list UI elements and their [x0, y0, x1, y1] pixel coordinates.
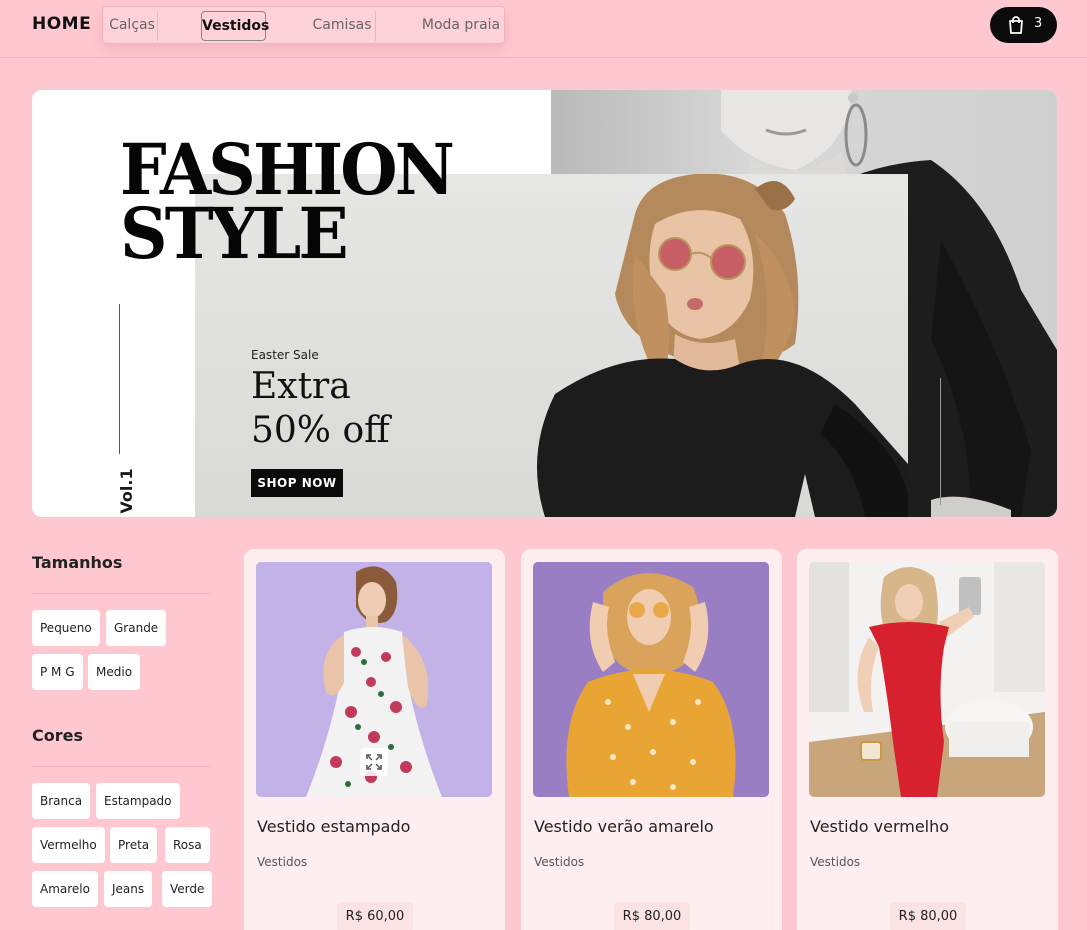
- sizes-title: Tamanhos: [32, 553, 123, 572]
- product-category: Vestidos: [257, 855, 308, 869]
- product-name[interactable]: Vestido verão amarelo: [534, 817, 714, 836]
- product-image[interactable]: [533, 562, 769, 797]
- hero-offer: Extra 50% off: [251, 365, 491, 453]
- home-link[interactable]: HOME: [32, 14, 91, 34]
- nav-item-camisas[interactable]: Camisas: [309, 11, 376, 41]
- product-image[interactable]: [809, 562, 1045, 797]
- color-filter-rosa[interactable]: Rosa: [165, 827, 210, 863]
- product-price: R$ 80,00: [614, 902, 690, 930]
- product-price: R$ 80,00: [890, 902, 966, 930]
- volume-label: Vol.1: [117, 468, 136, 514]
- colors-divider: [32, 766, 210, 767]
- cart-count: 3: [1034, 16, 1043, 31]
- category-nav: Calças Vestidos Camisas Moda praia: [102, 6, 505, 44]
- color-filter-jeans[interactable]: Jeans: [104, 871, 153, 907]
- size-filter-pmg[interactable]: P M G: [32, 654, 83, 690]
- product-name[interactable]: Vestido estampado: [257, 817, 410, 836]
- yellow-dress-model-illustration: [533, 562, 769, 797]
- product-image[interactable]: [256, 562, 492, 797]
- product-category: Vestidos: [534, 855, 585, 869]
- hero-banner: FASHION STYLE Vol.1 Easter Sale Extra 50…: [32, 90, 1057, 517]
- size-filter-pequeno[interactable]: Pequeno: [32, 610, 100, 646]
- size-filter-medio[interactable]: Medio: [88, 654, 141, 690]
- product-card[interactable]: Vestido verão amarelo Vestidos R$ 80,00: [521, 549, 782, 930]
- color-filter-amarelo[interactable]: Amarelo: [32, 871, 98, 907]
- expand-icon[interactable]: [360, 748, 388, 776]
- nav-item-vestidos[interactable]: Vestidos: [201, 11, 269, 41]
- colors-title: Cores: [32, 726, 83, 745]
- decorative-line: [940, 378, 941, 505]
- cart-button[interactable]: 3: [990, 7, 1057, 43]
- hero-title: FASHION STYLE: [120, 135, 477, 275]
- nav-item-calcas[interactable]: Calças: [107, 11, 158, 41]
- hero-subtitle: Easter Sale: [251, 348, 319, 362]
- color-filter-verde[interactable]: Verde: [162, 871, 213, 907]
- top-header: HOME Calças Vestidos Camisas Moda praia …: [0, 0, 1087, 58]
- color-filter-vermelho[interactable]: Vermelho: [32, 827, 105, 863]
- shop-now-button[interactable]: SHOP NOW: [251, 469, 343, 497]
- product-card[interactable]: Vestido estampado Vestidos R$ 60,00: [244, 549, 505, 930]
- divider-line: [119, 304, 120, 454]
- color-filter-estampado[interactable]: Estampado: [96, 783, 180, 819]
- hero-offer-line2: 50% off: [251, 410, 390, 451]
- product-price: R$ 60,00: [337, 902, 413, 930]
- red-dress-model-illustration: [809, 562, 1045, 797]
- shopping-bag-icon: [1009, 16, 1023, 34]
- nav-item-moda-praia[interactable]: Moda praia: [421, 11, 501, 41]
- hero-offer-line1: Extra: [251, 366, 351, 407]
- sizes-divider: [32, 593, 210, 594]
- product-category: Vestidos: [810, 855, 861, 869]
- hero-title-line2: STYLE: [120, 192, 349, 275]
- product-card[interactable]: Vestido vermelho Vestidos R$ 80,00: [797, 549, 1058, 930]
- size-filter-grande[interactable]: Grande: [106, 610, 167, 646]
- color-filter-branca[interactable]: Branca: [32, 783, 91, 819]
- color-filter-preta[interactable]: Preta: [110, 827, 158, 863]
- product-name[interactable]: Vestido vermelho: [810, 817, 949, 836]
